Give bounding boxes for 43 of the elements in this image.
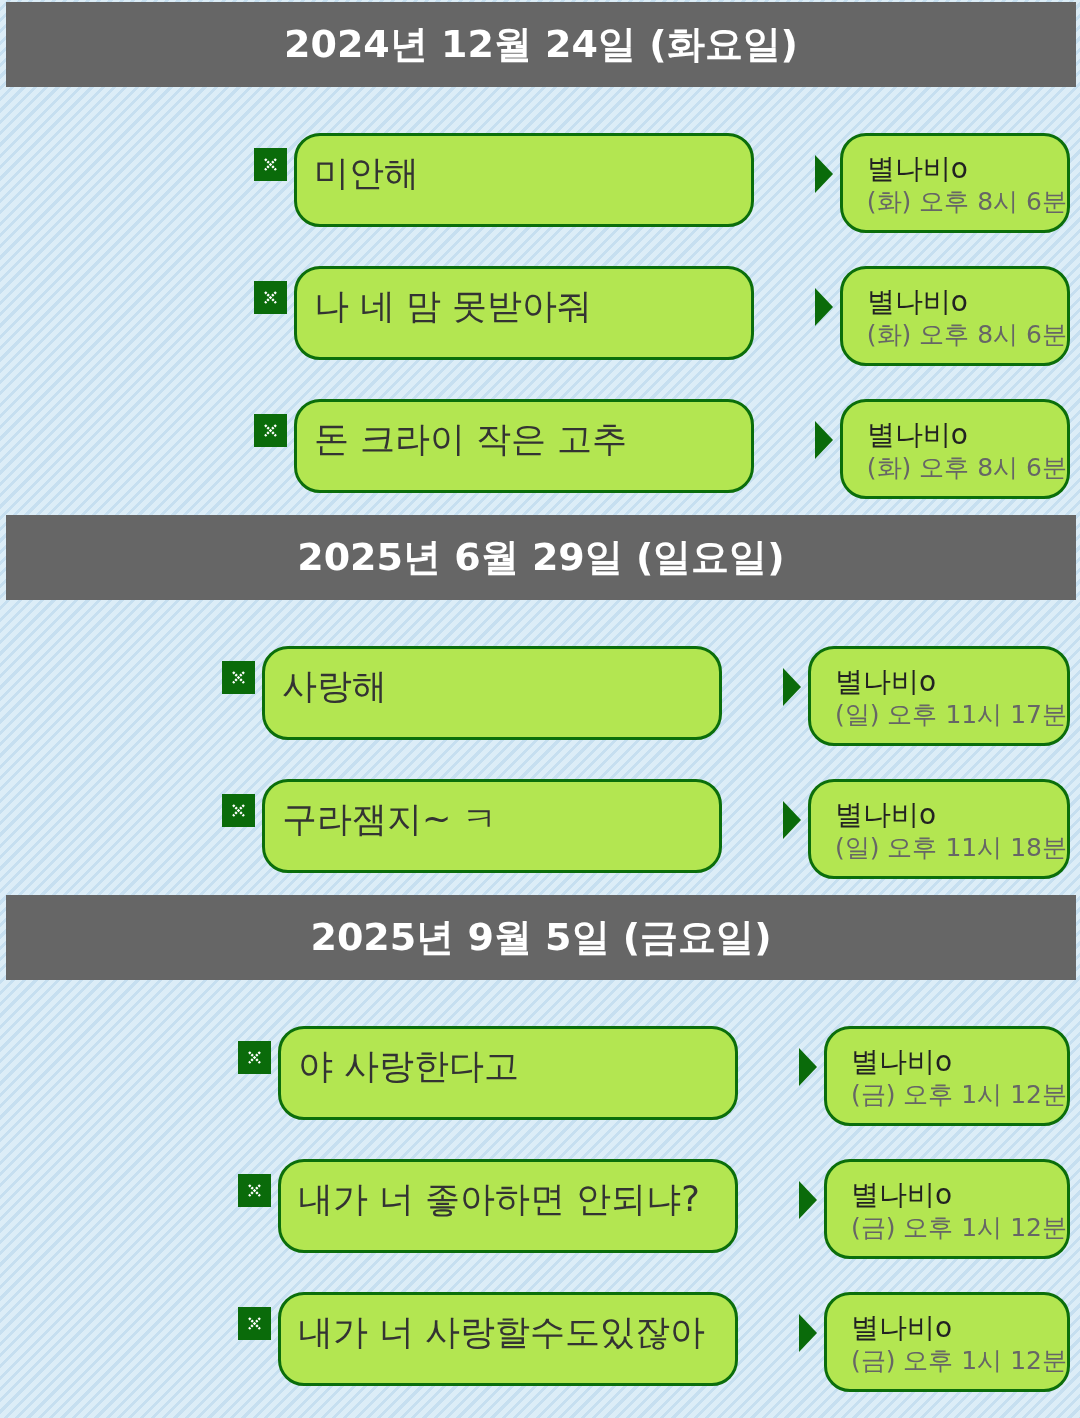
- message-time: (화) 오후 8시 6분: [866, 186, 1067, 218]
- triangle-icon: [814, 421, 833, 459]
- message-bubble: 나 네 맘 못받아줘: [293, 266, 754, 360]
- message-bubble: 미안해: [293, 133, 754, 227]
- triangle-icon: [798, 1181, 817, 1219]
- triangle-icon: [814, 288, 833, 326]
- sender-name: 별나비o: [835, 798, 937, 831]
- triangle-icon: [783, 668, 801, 706]
- date-header: 2024년 12월 24일 (화요일): [6, 2, 1076, 87]
- sender-name: 별나비o: [850, 1178, 953, 1211]
- x-mark-icon[interactable]: [222, 661, 255, 694]
- x-mark-icon[interactable]: [237, 1174, 271, 1207]
- message-time: (화) 오후 8시 6분: [866, 452, 1067, 484]
- x-mark-icon[interactable]: [222, 794, 255, 827]
- message-bubble: 사랑해: [262, 646, 722, 740]
- message-bubble: 내가 너 좋아하면 안되냐?: [277, 1159, 738, 1253]
- message-time: (금) 오후 1시 12분: [850, 1212, 1067, 1244]
- message-bubble: 내가 너 사랑할수도있잖아: [277, 1292, 738, 1386]
- x-mark-icon[interactable]: [253, 148, 287, 181]
- sender-name: 별나비o: [866, 152, 968, 185]
- message-time: (금) 오후 1시 12분: [850, 1345, 1067, 1377]
- message-bubble: 돈 크라이 작은 고추: [293, 399, 754, 493]
- date-header: 2025년 9월 5일 (금요일): [6, 895, 1076, 980]
- message-time: (일) 오후 11시 17분: [835, 699, 1067, 731]
- sender-name: 별나비o: [866, 285, 968, 318]
- x-mark-icon[interactable]: [237, 1307, 271, 1340]
- triangle-icon: [798, 1048, 817, 1086]
- date-header: 2025년 6월 29일 (일요일): [6, 515, 1076, 600]
- x-mark-icon[interactable]: [253, 281, 287, 314]
- message-time: (금) 오후 1시 12분: [850, 1079, 1067, 1111]
- triangle-icon: [783, 801, 801, 839]
- triangle-icon: [798, 1314, 817, 1352]
- message-time: (일) 오후 11시 18분: [835, 832, 1067, 864]
- sender-name: 별나비o: [866, 418, 968, 451]
- sender-name: 별나비o: [850, 1045, 953, 1078]
- message-bubble: 구라잼지~ ㅋ: [262, 779, 722, 873]
- sender-name: 별나비o: [835, 665, 937, 698]
- x-mark-icon[interactable]: [237, 1041, 271, 1074]
- sender-name: 별나비o: [850, 1311, 953, 1344]
- message-bubble: 야 사랑한다고: [277, 1026, 738, 1120]
- message-time: (화) 오후 8시 6분: [866, 319, 1067, 351]
- x-mark-icon[interactable]: [253, 414, 287, 447]
- triangle-icon: [814, 155, 833, 193]
